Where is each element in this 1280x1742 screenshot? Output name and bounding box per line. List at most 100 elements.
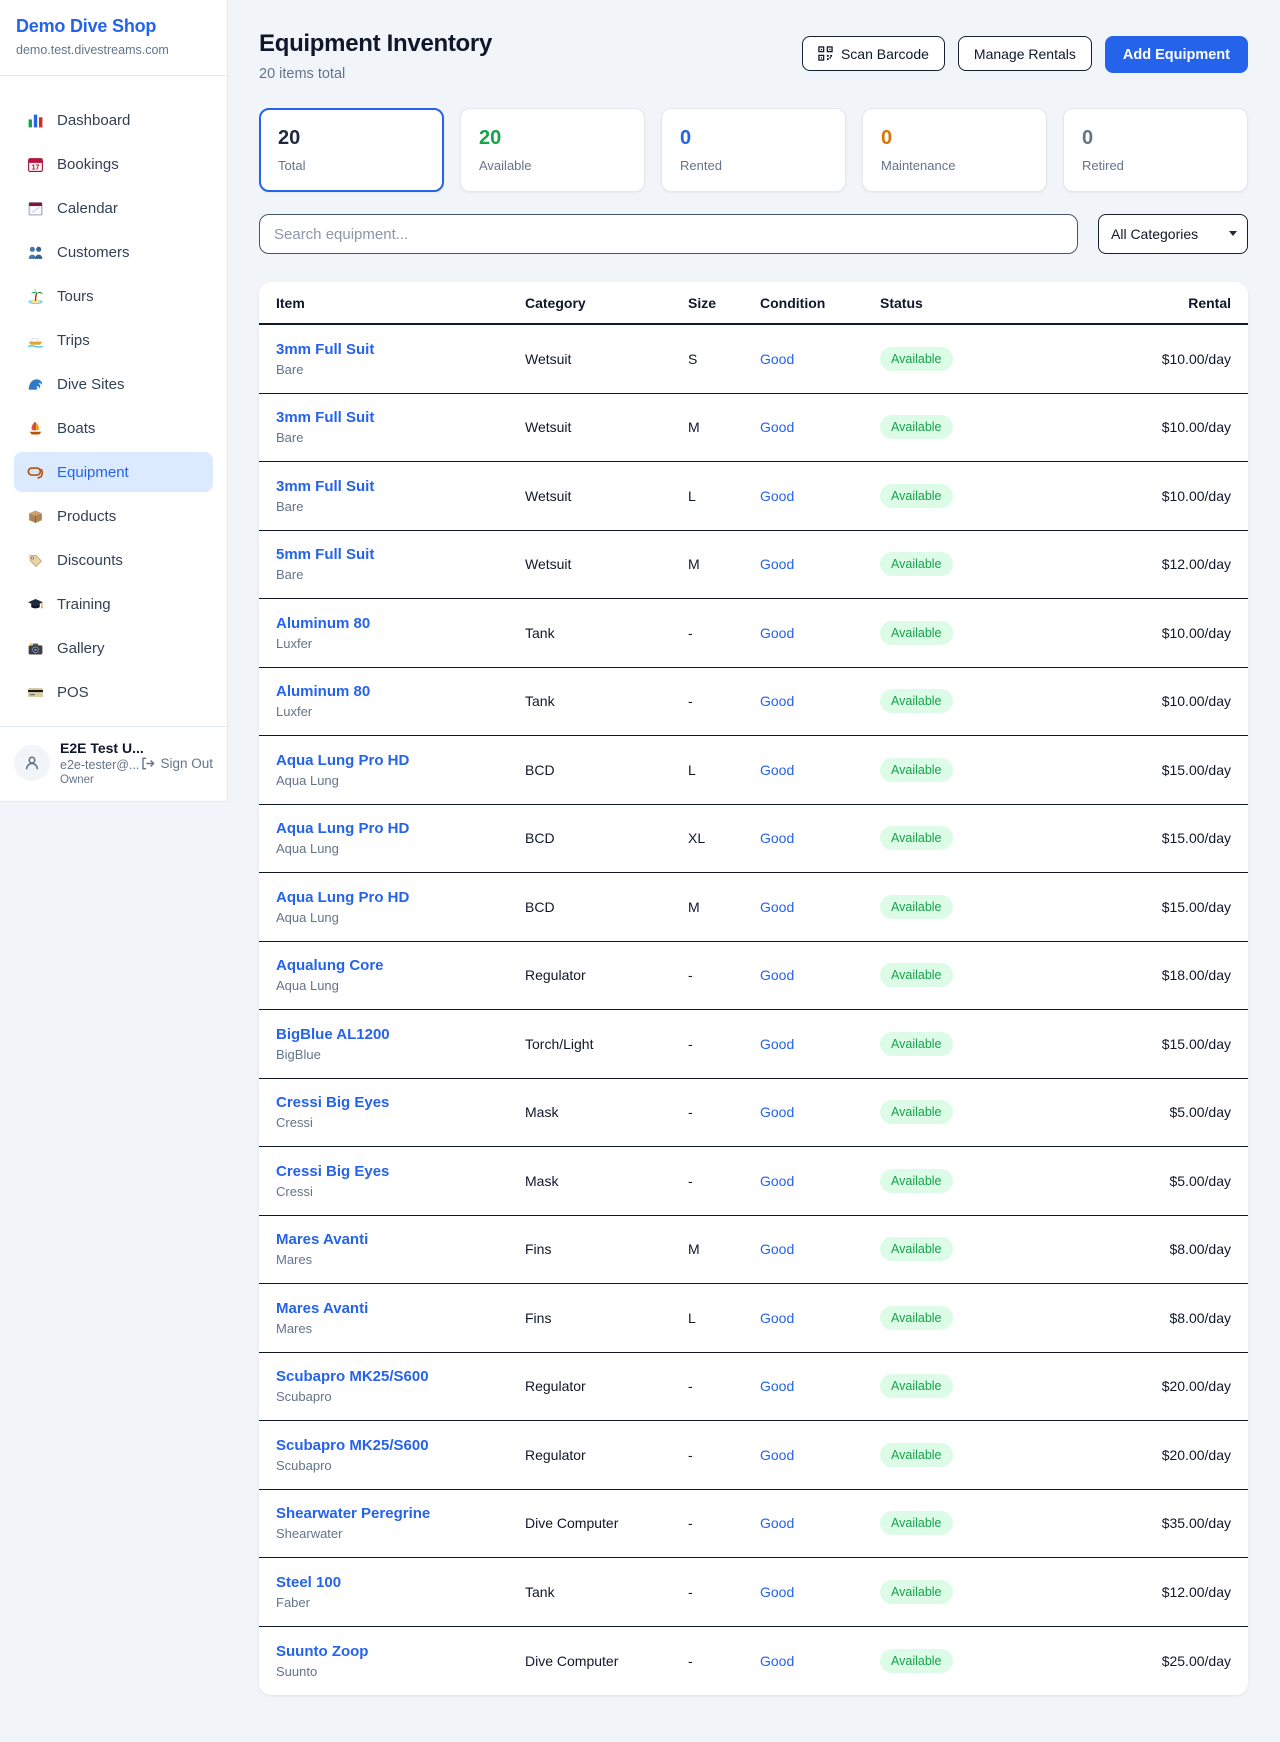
stat-value: 0 [881, 127, 1028, 150]
sidebar-item-boats[interactable]: Boats [14, 408, 213, 448]
table-row: Suunto Zoop Suunto Dive Computer - Good … [259, 1627, 1248, 1696]
item-link-steel-100[interactable]: Steel 100 [276, 1574, 341, 1591]
column-header-rental: Rental [1106, 295, 1248, 311]
item-link-aluminum-80[interactable]: Aluminum 80 [276, 615, 370, 632]
item-link-cressi-big-eyes[interactable]: Cressi Big Eyes [276, 1163, 389, 1180]
condition-link[interactable]: Good [760, 625, 794, 641]
sidebar-item-customers[interactable]: Customers [14, 232, 213, 272]
item-link-3mm-full-suit[interactable]: 3mm Full Suit [276, 409, 374, 426]
condition-link[interactable]: Good [760, 1378, 794, 1394]
condition-link[interactable]: Good [760, 762, 794, 778]
item-link-3mm-full-suit[interactable]: 3mm Full Suit [276, 478, 374, 495]
category-select-wrap: All Categories [1098, 214, 1248, 254]
cell-size: - [688, 1104, 760, 1120]
customers-icon [27, 244, 44, 261]
item-link-aluminum-80[interactable]: Aluminum 80 [276, 683, 370, 700]
item-link-5mm-full-suit[interactable]: 5mm Full Suit [276, 546, 374, 563]
condition-link[interactable]: Good [760, 1447, 794, 1463]
item-link-aqualung-core[interactable]: Aqualung Core [276, 957, 384, 974]
sidebar-item-label: Tours [57, 288, 94, 305]
sidebar-item-label: Trips [57, 332, 90, 349]
condition-link[interactable]: Good [760, 1241, 794, 1257]
item-link-aqua-lung-pro-hd[interactable]: Aqua Lung Pro HD [276, 820, 409, 837]
brand-name[interactable]: Demo Dive Shop [16, 16, 211, 37]
category-select[interactable]: All Categories [1098, 214, 1248, 254]
condition-link[interactable]: Good [760, 1036, 794, 1052]
condition-link[interactable]: Good [760, 967, 794, 983]
stat-card-retired[interactable]: 0 Retired [1063, 108, 1248, 192]
condition-link[interactable]: Good [760, 556, 794, 572]
dashboard-icon [27, 112, 44, 129]
item-link-aqua-lung-pro-hd[interactable]: Aqua Lung Pro HD [276, 752, 409, 769]
sidebar-item-pos[interactable]: POS [14, 672, 213, 712]
user-info: E2E Test U... e2e-tester@... Owner [60, 740, 140, 786]
condition-link[interactable]: Good [760, 1310, 794, 1326]
avatar [14, 745, 50, 781]
cell-size: - [688, 625, 760, 641]
item-link-mares-avanti[interactable]: Mares Avanti [276, 1300, 368, 1317]
item-brand: Bare [276, 567, 525, 582]
filter-bar: All Categories [259, 214, 1248, 254]
sidebar-item-dashboard[interactable]: Dashboard [14, 100, 213, 140]
scan-barcode-button[interactable]: Scan Barcode [802, 36, 945, 71]
column-header-category: Category [525, 295, 688, 311]
stat-label: Retired [1082, 158, 1229, 173]
sidebar-item-bookings[interactable]: Bookings [14, 144, 213, 184]
item-link-aqua-lung-pro-hd[interactable]: Aqua Lung Pro HD [276, 889, 409, 906]
condition-link[interactable]: Good [760, 830, 794, 846]
sidebar-item-training[interactable]: Training [14, 584, 213, 624]
condition-link[interactable]: Good [760, 899, 794, 915]
cell-size: - [688, 1515, 760, 1531]
discounts-icon [27, 552, 44, 569]
user-role: Owner [60, 774, 140, 786]
column-header-size: Size [688, 295, 760, 311]
condition-link[interactable]: Good [760, 351, 794, 367]
sidebar-item-gallery[interactable]: Gallery [14, 628, 213, 668]
manage-rentals-button[interactable]: Manage Rentals [958, 36, 1092, 71]
condition-link[interactable]: Good [760, 693, 794, 709]
condition-link[interactable]: Good [760, 1584, 794, 1600]
cell-category: Fins [525, 1310, 688, 1326]
sidebar-item-dive-sites[interactable]: Dive Sites [14, 364, 213, 404]
cell-category: Regulator [525, 967, 688, 983]
item-link-3mm-full-suit[interactable]: 3mm Full Suit [276, 341, 374, 358]
condition-link[interactable]: Good [760, 1104, 794, 1120]
condition-link[interactable]: Good [760, 1515, 794, 1531]
sidebar-item-trips[interactable]: Trips [14, 320, 213, 360]
sidebar-item-tours[interactable]: Tours [14, 276, 213, 316]
cell-rental: $35.00/day [1106, 1515, 1248, 1531]
item-brand: Aqua Lung [276, 978, 525, 993]
condition-link[interactable]: Good [760, 1173, 794, 1189]
stat-card-available[interactable]: 20 Available [460, 108, 645, 192]
item-brand: Aqua Lung [276, 910, 525, 925]
sidebar-item-equipment[interactable]: Equipment [14, 452, 213, 492]
item-brand: Suunto [276, 1664, 525, 1679]
cell-category: Wetsuit [525, 556, 688, 572]
item-link-suunto-zoop[interactable]: Suunto Zoop [276, 1643, 368, 1660]
status-badge: Available [880, 1237, 953, 1261]
condition-link[interactable]: Good [760, 488, 794, 504]
stat-card-rented[interactable]: 0 Rented [661, 108, 846, 192]
add-equipment-button[interactable]: Add Equipment [1105, 36, 1248, 73]
item-link-cressi-big-eyes[interactable]: Cressi Big Eyes [276, 1094, 389, 1111]
item-brand: Mares [276, 1252, 525, 1267]
item-link-scubapro-mk25-s600[interactable]: Scubapro MK25/S600 [276, 1368, 429, 1385]
sidebar-item-products[interactable]: Products [14, 496, 213, 536]
sign-out-button[interactable]: Sign Out [140, 756, 213, 771]
sidebar-item-label: Gallery [57, 640, 105, 657]
condition-link[interactable]: Good [760, 1653, 794, 1669]
item-link-mares-avanti[interactable]: Mares Avanti [276, 1231, 368, 1248]
condition-link[interactable]: Good [760, 419, 794, 435]
gallery-icon [27, 640, 44, 657]
stat-card-total[interactable]: 20 Total [259, 108, 444, 192]
table-row: Aluminum 80 Luxfer Tank - Good Available… [259, 599, 1248, 668]
item-link-shearwater-peregrine[interactable]: Shearwater Peregrine [276, 1505, 430, 1522]
search-input[interactable] [259, 214, 1078, 254]
item-link-scubapro-mk25-s600[interactable]: Scubapro MK25/S600 [276, 1437, 429, 1454]
table-row: Cressi Big Eyes Cressi Mask - Good Avail… [259, 1147, 1248, 1216]
sidebar-item-discounts[interactable]: Discounts [14, 540, 213, 580]
status-badge: Available [880, 1443, 953, 1467]
stat-card-maintenance[interactable]: 0 Maintenance [862, 108, 1047, 192]
item-link-bigblue-al1200[interactable]: BigBlue AL1200 [276, 1026, 390, 1043]
sidebar-item-calendar[interactable]: Calendar [14, 188, 213, 228]
